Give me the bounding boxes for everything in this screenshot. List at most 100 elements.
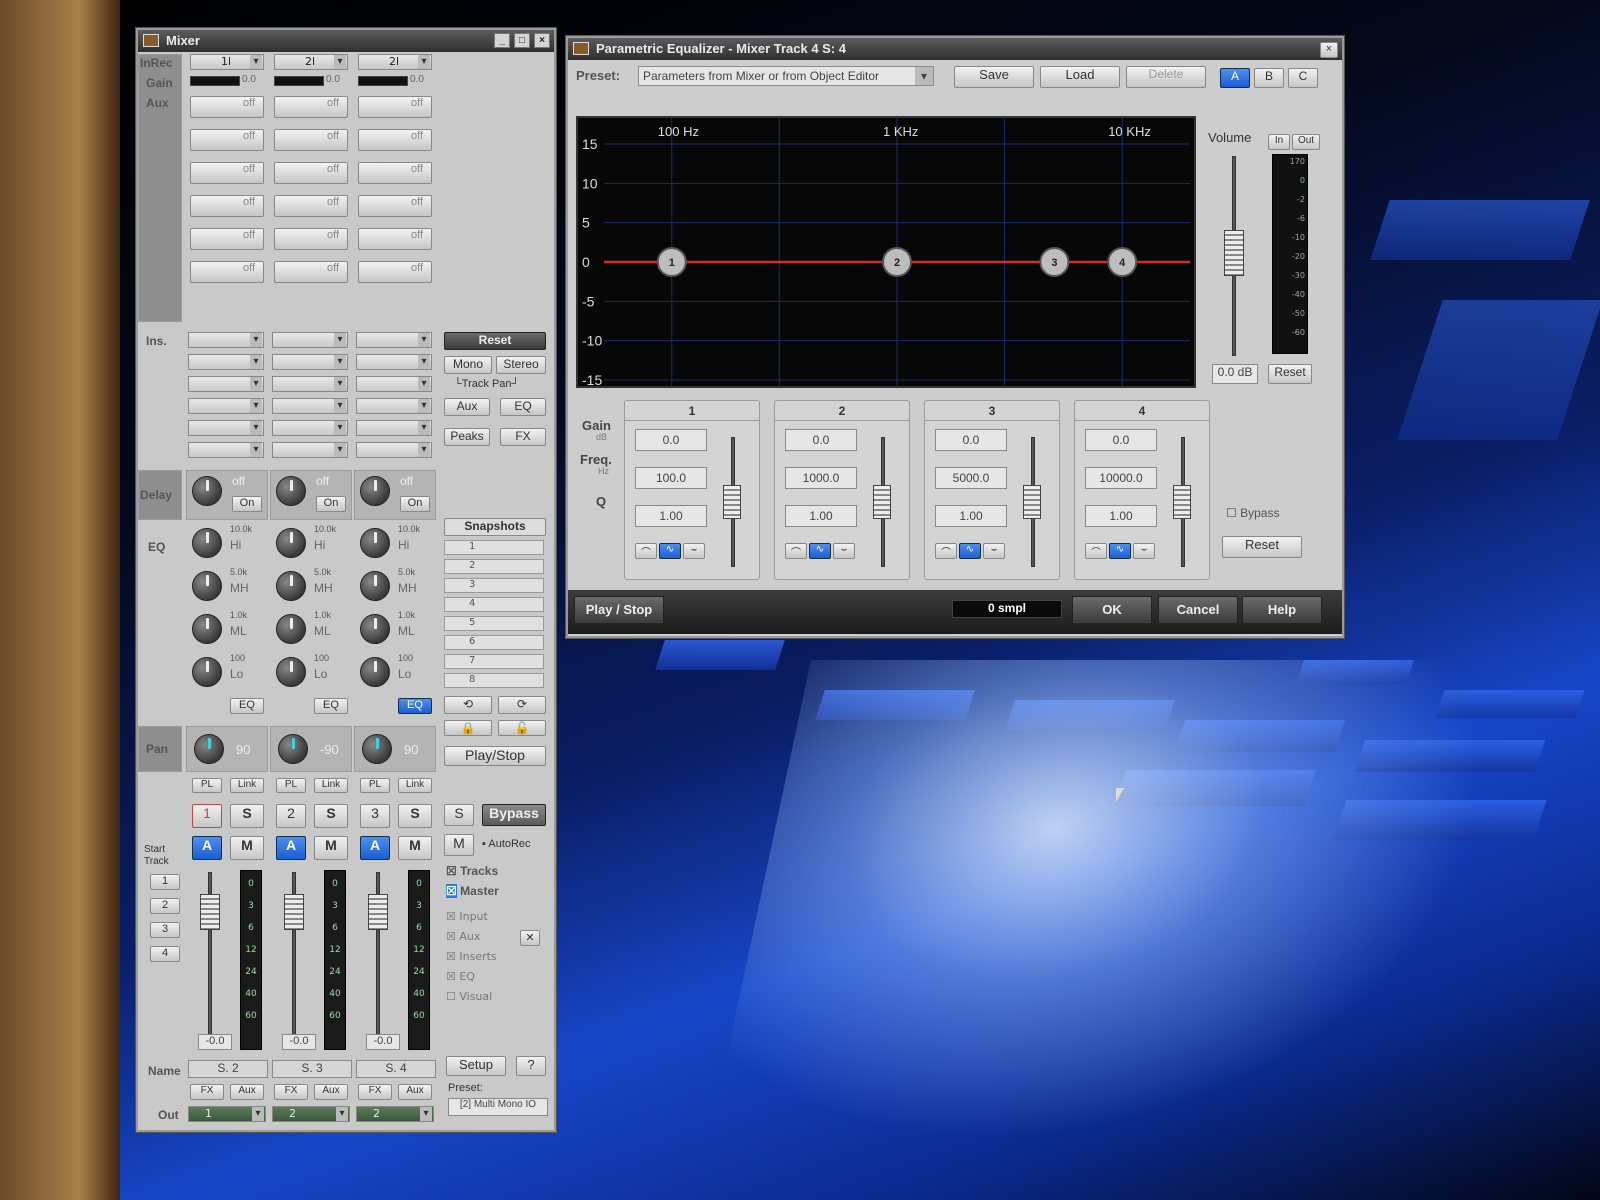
fx-view-button[interactable]: FX (500, 428, 546, 446)
eq-lo-knob[interactable] (360, 657, 390, 687)
peak-filter-icon[interactable]: ⌒ (785, 543, 807, 559)
band-freq-field[interactable]: 1000.0 (785, 467, 857, 489)
peak-filter-icon[interactable]: ⌒ (635, 543, 657, 559)
shelf-filter-icon[interactable]: ∿ (809, 543, 831, 559)
insert-slot[interactable] (188, 420, 264, 436)
pan-knob[interactable] (362, 734, 392, 764)
delay-on-button[interactable]: On (316, 496, 346, 512)
track-name-field[interactable]: S. 2 (188, 1060, 268, 1078)
eq-hi-knob[interactable] (192, 528, 222, 558)
band-gain-field[interactable]: 0.0 (785, 429, 857, 451)
snapshot-slot[interactable]: 6 (444, 635, 544, 650)
eq-play-stop-button[interactable]: Play / Stop (574, 596, 664, 624)
insert-slot[interactable] (188, 442, 264, 458)
insert-slot[interactable] (356, 376, 432, 392)
preset-select[interactable]: [2] Multi Mono IO (448, 1098, 548, 1116)
snapshot-lock-b[interactable]: 🔓 (498, 720, 546, 736)
bypass-button[interactable]: Bypass (482, 804, 546, 826)
shelf-filter-icon[interactable]: ∿ (1109, 543, 1131, 559)
master-checkbox[interactable]: ☒ Master (446, 884, 499, 898)
band-gain-field[interactable]: 0.0 (1085, 429, 1157, 451)
snapshot-slot[interactable]: 5 (444, 616, 544, 631)
inrec-select[interactable]: 2l (274, 54, 348, 70)
band-freq-field[interactable]: 10000.0 (1085, 467, 1157, 489)
band-gain-fader[interactable] (873, 485, 891, 519)
automation-button[interactable]: A (276, 836, 306, 860)
insert-slot[interactable] (356, 354, 432, 370)
band-gain-fader[interactable] (1173, 485, 1191, 519)
snapshot-slot[interactable]: 3 (444, 578, 544, 593)
link-button[interactable]: Link (398, 778, 432, 793)
track-name-field[interactable]: S. 3 (272, 1060, 352, 1078)
eq-slot-a[interactable]: A (1220, 68, 1250, 88)
option-checkbox[interactable]: ☒ Aux (446, 930, 480, 943)
eq-response-graph[interactable]: 15 10 5 0 -5 -10 -15 100 Hz 1 KHz 10 KHz 1 2 3 4 (576, 116, 1196, 388)
eq-slot-b[interactable]: B (1254, 68, 1284, 88)
insert-slot[interactable] (356, 420, 432, 436)
aux-send-toggle[interactable]: off (190, 162, 264, 184)
snapshot-load-button[interactable]: ⟳ (498, 696, 546, 714)
peak-filter-icon[interactable]: ⌒ (1085, 543, 1107, 559)
insert-slot[interactable] (356, 442, 432, 458)
band-q-field[interactable]: 1.00 (1085, 505, 1157, 527)
output-select[interactable]: 2 (356, 1106, 434, 1122)
delay-knob[interactable] (360, 476, 390, 506)
notch-filter-icon[interactable]: ⌣ (983, 543, 1005, 559)
channel-eq-button[interactable]: EQ (398, 698, 432, 714)
aux-send-toggle[interactable]: off (190, 129, 264, 151)
insert-slot[interactable] (356, 332, 432, 348)
eq-mh-knob[interactable] (276, 571, 306, 601)
aux-send-toggle[interactable]: off (274, 195, 348, 217)
delay-knob[interactable] (276, 476, 306, 506)
aux-send-toggle[interactable]: off (358, 129, 432, 151)
link-button[interactable]: Link (230, 778, 264, 793)
option-checkbox[interactable]: ☒ EQ (446, 970, 475, 983)
solo-button[interactable]: S (230, 804, 264, 828)
band-q-field[interactable]: 1.00 (935, 505, 1007, 527)
setup-button[interactable]: Setup (446, 1056, 506, 1076)
delay-on-button[interactable]: On (232, 496, 262, 512)
aux-send-toggle[interactable]: off (274, 261, 348, 283)
aux-send-toggle[interactable]: off (274, 129, 348, 151)
eq-band-handle[interactable]: 4 (1107, 247, 1138, 277)
meter-out-tab[interactable]: Out (1292, 134, 1320, 150)
meter-in-tab[interactable]: In (1268, 134, 1290, 150)
eq-reset-button[interactable]: Reset (1222, 536, 1302, 558)
track-number[interactable]: 1 (192, 804, 222, 828)
aux-send-toggle[interactable]: off (190, 96, 264, 118)
mute-button[interactable]: M (398, 836, 432, 860)
aux-send-toggle[interactable]: off (274, 96, 348, 118)
maximize-button[interactable]: □ (514, 33, 530, 48)
aux-send-toggle[interactable]: off (190, 195, 264, 217)
eq-band-handle[interactable]: 3 (1039, 247, 1070, 277)
eq-save-button[interactable]: Save (954, 66, 1034, 88)
band-q-field[interactable]: 1.00 (785, 505, 857, 527)
option-checkbox[interactable]: ☒ Input (446, 910, 488, 923)
eq-lo-knob[interactable] (192, 657, 222, 687)
volume-fader[interactable] (200, 894, 220, 930)
start-track-1[interactable]: 1 (150, 874, 180, 890)
eq-titlebar[interactable]: Parametric Equalizer - Mixer Track 4 S: … (568, 38, 1342, 60)
notch-filter-icon[interactable]: ⌣ (1133, 543, 1155, 559)
snapshot-slot[interactable]: 4 (444, 597, 544, 612)
stereo-button[interactable]: Stereo (496, 356, 546, 374)
band-gain-fader[interactable] (1023, 485, 1041, 519)
close-button[interactable]: × (534, 33, 550, 48)
eq-preset-select[interactable]: Parameters from Mixer or from Object Edi… (638, 66, 934, 86)
master-solo-button[interactable]: S (444, 804, 474, 826)
snapshot-slot[interactable]: 1 (444, 540, 544, 555)
insert-slot[interactable] (272, 332, 348, 348)
link-button[interactable]: Link (314, 778, 348, 793)
solo-button[interactable]: S (314, 804, 348, 828)
eq-lo-knob[interactable] (276, 657, 306, 687)
track-number[interactable]: 3 (360, 804, 390, 828)
pl-button[interactable]: PL (360, 778, 390, 793)
aux-send-toggle[interactable]: off (358, 195, 432, 217)
volume-fader[interactable] (1224, 230, 1244, 276)
insert-slot[interactable] (272, 376, 348, 392)
notch-filter-icon[interactable]: ⌣ (683, 543, 705, 559)
automation-button[interactable]: A (360, 836, 390, 860)
master-mute-button[interactable]: M (444, 834, 474, 856)
start-track-4[interactable]: 4 (150, 946, 180, 962)
eq-view-button[interactable]: EQ (500, 398, 546, 416)
